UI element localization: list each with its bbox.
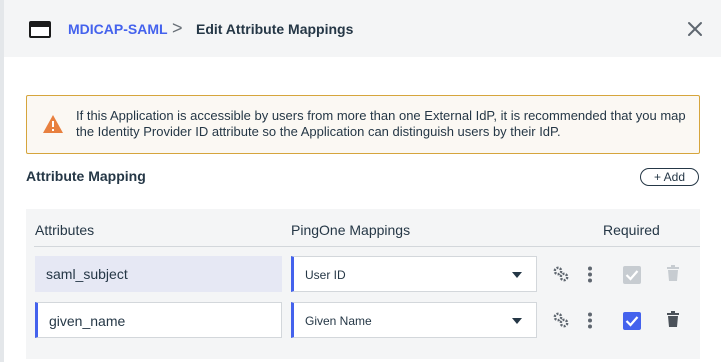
application-icon: [29, 21, 51, 38]
check-icon: [625, 316, 639, 327]
warning-alert: If this Application is accessible by use…: [26, 95, 700, 154]
gears-icon[interactable]: [553, 312, 569, 328]
column-header-required: Required: [603, 222, 660, 238]
column-header-mappings: PingOne Mappings: [291, 222, 411, 238]
caret-down-icon: [512, 318, 522, 324]
add-mapping-button[interactable]: + Add: [640, 168, 699, 186]
page-title: Edit Attribute Mappings: [196, 21, 354, 37]
required-checkbox: [623, 266, 641, 284]
breadcrumb-app-link[interactable]: MDICAP-SAML: [68, 21, 168, 37]
breadcrumb-chevron-icon: >: [172, 18, 183, 38]
mapping-value: Given Name: [305, 314, 372, 328]
caret-down-icon: [512, 272, 522, 278]
modal-header: MDICAP-SAML > Edit Attribute Mappings: [4, 0, 721, 57]
mapping-select[interactable]: Given Name: [291, 302, 537, 338]
attribute-value: saml_subject: [46, 266, 128, 282]
trash-icon[interactable]: [667, 311, 679, 327]
section-title: Attribute Mapping: [26, 168, 146, 184]
required-checkbox[interactable]: [623, 312, 641, 330]
column-header-attributes: Attributes: [35, 222, 95, 238]
more-vertical-icon[interactable]: [587, 266, 593, 283]
warning-icon: [43, 115, 63, 133]
check-icon: [625, 270, 639, 281]
close-icon[interactable]: [685, 19, 705, 39]
trash-icon: [667, 265, 679, 281]
attribute-value: given_name: [49, 313, 126, 329]
gears-icon[interactable]: [553, 266, 569, 282]
mapping-table: Attributes PingOne Mappings Required sam…: [26, 209, 700, 359]
attribute-input[interactable]: given_name: [35, 302, 282, 338]
mapping-value: User ID: [305, 268, 346, 282]
header-divider: [34, 246, 700, 247]
alert-message: If this Application is accessible by use…: [76, 108, 686, 139]
mapping-select[interactable]: User ID: [291, 256, 537, 292]
attribute-field-readonly: saml_subject: [35, 256, 282, 292]
more-vertical-icon[interactable]: [587, 312, 593, 329]
